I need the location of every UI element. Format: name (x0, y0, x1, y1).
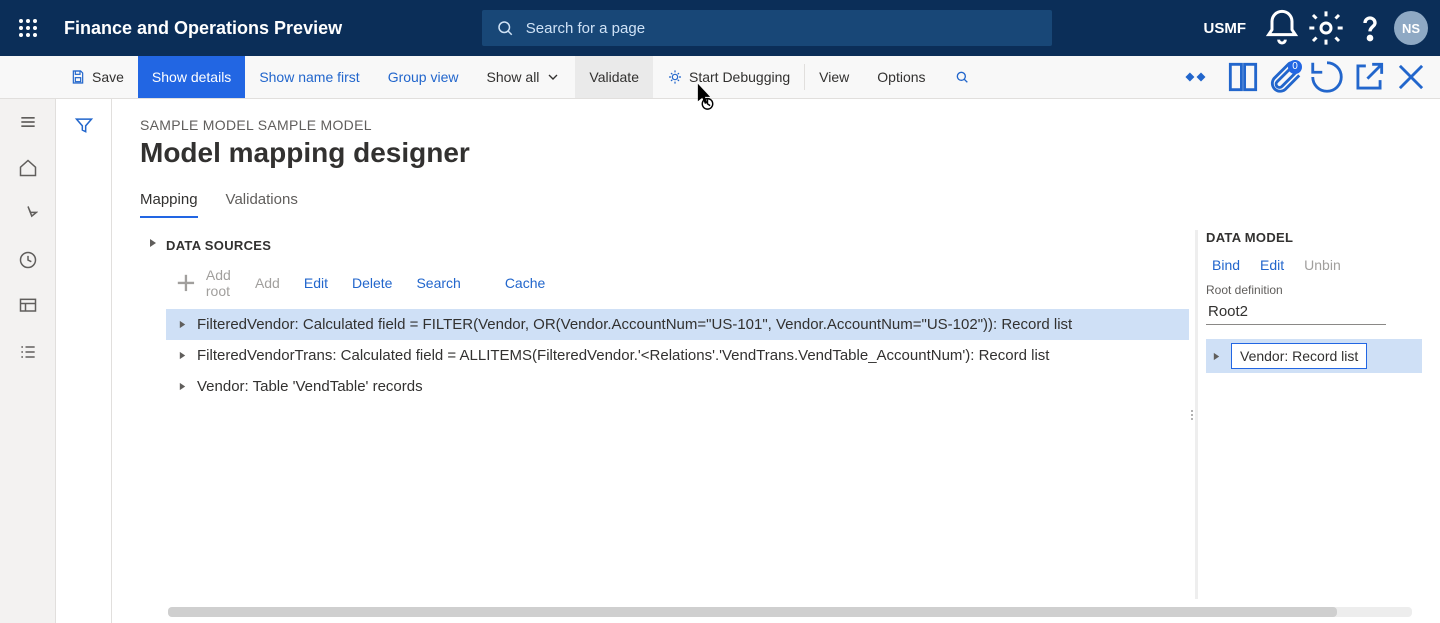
unbind-button[interactable]: Unbin (1298, 257, 1341, 273)
tab-mapping[interactable]: Mapping (140, 191, 198, 218)
dm-tree-row[interactable]: Vendor: Record list (1206, 339, 1422, 373)
tree-row[interactable]: FilteredVendorTrans: Calculated field = … (166, 340, 1189, 371)
show-name-first-button[interactable]: Show name first (245, 56, 373, 98)
debug-icon (667, 69, 683, 85)
global-search[interactable] (482, 10, 1052, 46)
tab-validations[interactable]: Validations (226, 191, 298, 218)
tree-row-label: FilteredVendor: Calculated field = FILTE… (197, 316, 1072, 333)
show-details-label: Show details (152, 69, 231, 85)
delete-button[interactable]: Delete (346, 275, 392, 291)
app-title: Finance and Operations Preview (56, 18, 342, 39)
add-root-label: Add root (206, 267, 231, 299)
breadcrumb: SAMPLE MODEL SAMPLE MODEL (140, 117, 1440, 133)
avatar[interactable]: NS (1394, 11, 1428, 45)
caret-icon[interactable] (178, 351, 187, 360)
help-icon[interactable] (1350, 8, 1390, 48)
caret-icon[interactable] (178, 382, 187, 391)
caret-icon[interactable] (178, 320, 187, 329)
chevron-down-icon (545, 69, 561, 85)
caret-icon[interactable] (1212, 352, 1221, 361)
filter-column (56, 99, 112, 623)
delete-label: Delete (352, 275, 392, 291)
search-icon (496, 19, 514, 37)
show-all-button[interactable]: Show all (473, 56, 576, 98)
search-input[interactable] (526, 20, 1038, 37)
validate-label: Validate (589, 69, 639, 85)
root-definition-field[interactable]: Root2 (1206, 299, 1386, 325)
app-link-icon[interactable] (1182, 56, 1220, 98)
plus-icon (172, 269, 200, 297)
unbind-label: Unbin (1304, 257, 1341, 273)
save-label: Save (92, 69, 124, 85)
resize-handle[interactable] (1189, 230, 1195, 599)
workspace-icon[interactable] (0, 283, 56, 329)
tree-row-label: Vendor: Table 'VendTable' records (197, 378, 423, 395)
page-title: Model mapping designer (140, 137, 1440, 169)
options-button[interactable]: Options (863, 56, 939, 98)
group-view-label: Group view (388, 69, 459, 85)
bell-icon[interactable] (1262, 8, 1302, 48)
group-view-button[interactable]: Group view (374, 56, 473, 98)
search-icon (954, 69, 970, 85)
gear-icon[interactable] (1306, 8, 1346, 48)
show-all-label: Show all (487, 69, 540, 85)
add-root-button[interactable]: Add root (172, 267, 231, 299)
find-button[interactable] (940, 56, 984, 98)
star-icon[interactable] (0, 191, 56, 237)
validate-button[interactable]: Validate (575, 56, 653, 98)
data-model-panel: DATA MODEL Bind Edit Unbin (1206, 230, 1440, 599)
attachments-badge: 0 (1288, 60, 1302, 74)
top-bar: Finance and Operations Preview USMF NS (0, 0, 1440, 56)
panel-collapse-handle[interactable] (140, 230, 166, 599)
filter-icon[interactable] (74, 115, 94, 135)
refresh-icon[interactable] (1308, 56, 1346, 98)
search-button[interactable]: Search (410, 275, 460, 291)
modules-icon[interactable] (0, 329, 56, 375)
add-label: Add (255, 275, 280, 291)
dm-edit-label: Edit (1260, 257, 1284, 273)
view-label: View (819, 69, 849, 85)
book-icon[interactable] (1224, 56, 1262, 98)
edit-button[interactable]: Edit (298, 275, 328, 291)
data-sources-heading: DATA SOURCES (166, 230, 1189, 261)
cache-label: Cache (505, 275, 545, 291)
save-button[interactable]: Save (56, 56, 138, 98)
recent-icon[interactable] (0, 237, 56, 283)
edit-label: Edit (304, 275, 328, 291)
show-name-first-label: Show name first (259, 69, 359, 85)
hamburger-icon[interactable] (0, 99, 56, 145)
home-icon[interactable] (0, 145, 56, 191)
tree-row[interactable]: FilteredVendor: Calculated field = FILTE… (166, 309, 1189, 340)
data-model-heading: DATA MODEL (1206, 230, 1422, 245)
dm-node-label: Vendor: Record list (1231, 343, 1367, 369)
company-code[interactable]: USMF (1192, 20, 1259, 37)
search-label: Search (416, 275, 460, 291)
data-sources-tree: FilteredVendor: Calculated field = FILTE… (166, 309, 1189, 402)
options-label: Options (877, 69, 925, 85)
tree-row-label: FilteredVendorTrans: Calculated field = … (197, 347, 1049, 364)
data-sources-panel: DATA SOURCES Add root Add (140, 230, 1198, 599)
root-definition-label: Root definition (1206, 283, 1422, 297)
bind-button[interactable]: Bind (1206, 257, 1240, 273)
close-icon[interactable] (1392, 56, 1430, 98)
start-debugging-button[interactable]: Start Debugging (653, 56, 804, 98)
save-icon (70, 69, 86, 85)
command-bar: Save Show details Show name first Group … (0, 56, 1440, 99)
add-button[interactable]: Add (249, 275, 280, 291)
bind-label: Bind (1212, 257, 1240, 273)
tree-row[interactable]: Vendor: Table 'VendTable' records (166, 371, 1189, 402)
waffle-icon[interactable] (0, 0, 56, 56)
view-button[interactable]: View (805, 56, 863, 98)
attachments-icon[interactable]: 0 (1266, 56, 1304, 98)
dm-edit-button[interactable]: Edit (1254, 257, 1284, 273)
nav-rail (0, 99, 56, 623)
show-details-button[interactable]: Show details (138, 56, 245, 98)
cache-button[interactable]: Cache (499, 275, 545, 291)
popout-icon[interactable] (1350, 56, 1388, 98)
horizontal-scrollbar[interactable] (168, 607, 1412, 617)
start-debugging-label: Start Debugging (689, 69, 790, 85)
